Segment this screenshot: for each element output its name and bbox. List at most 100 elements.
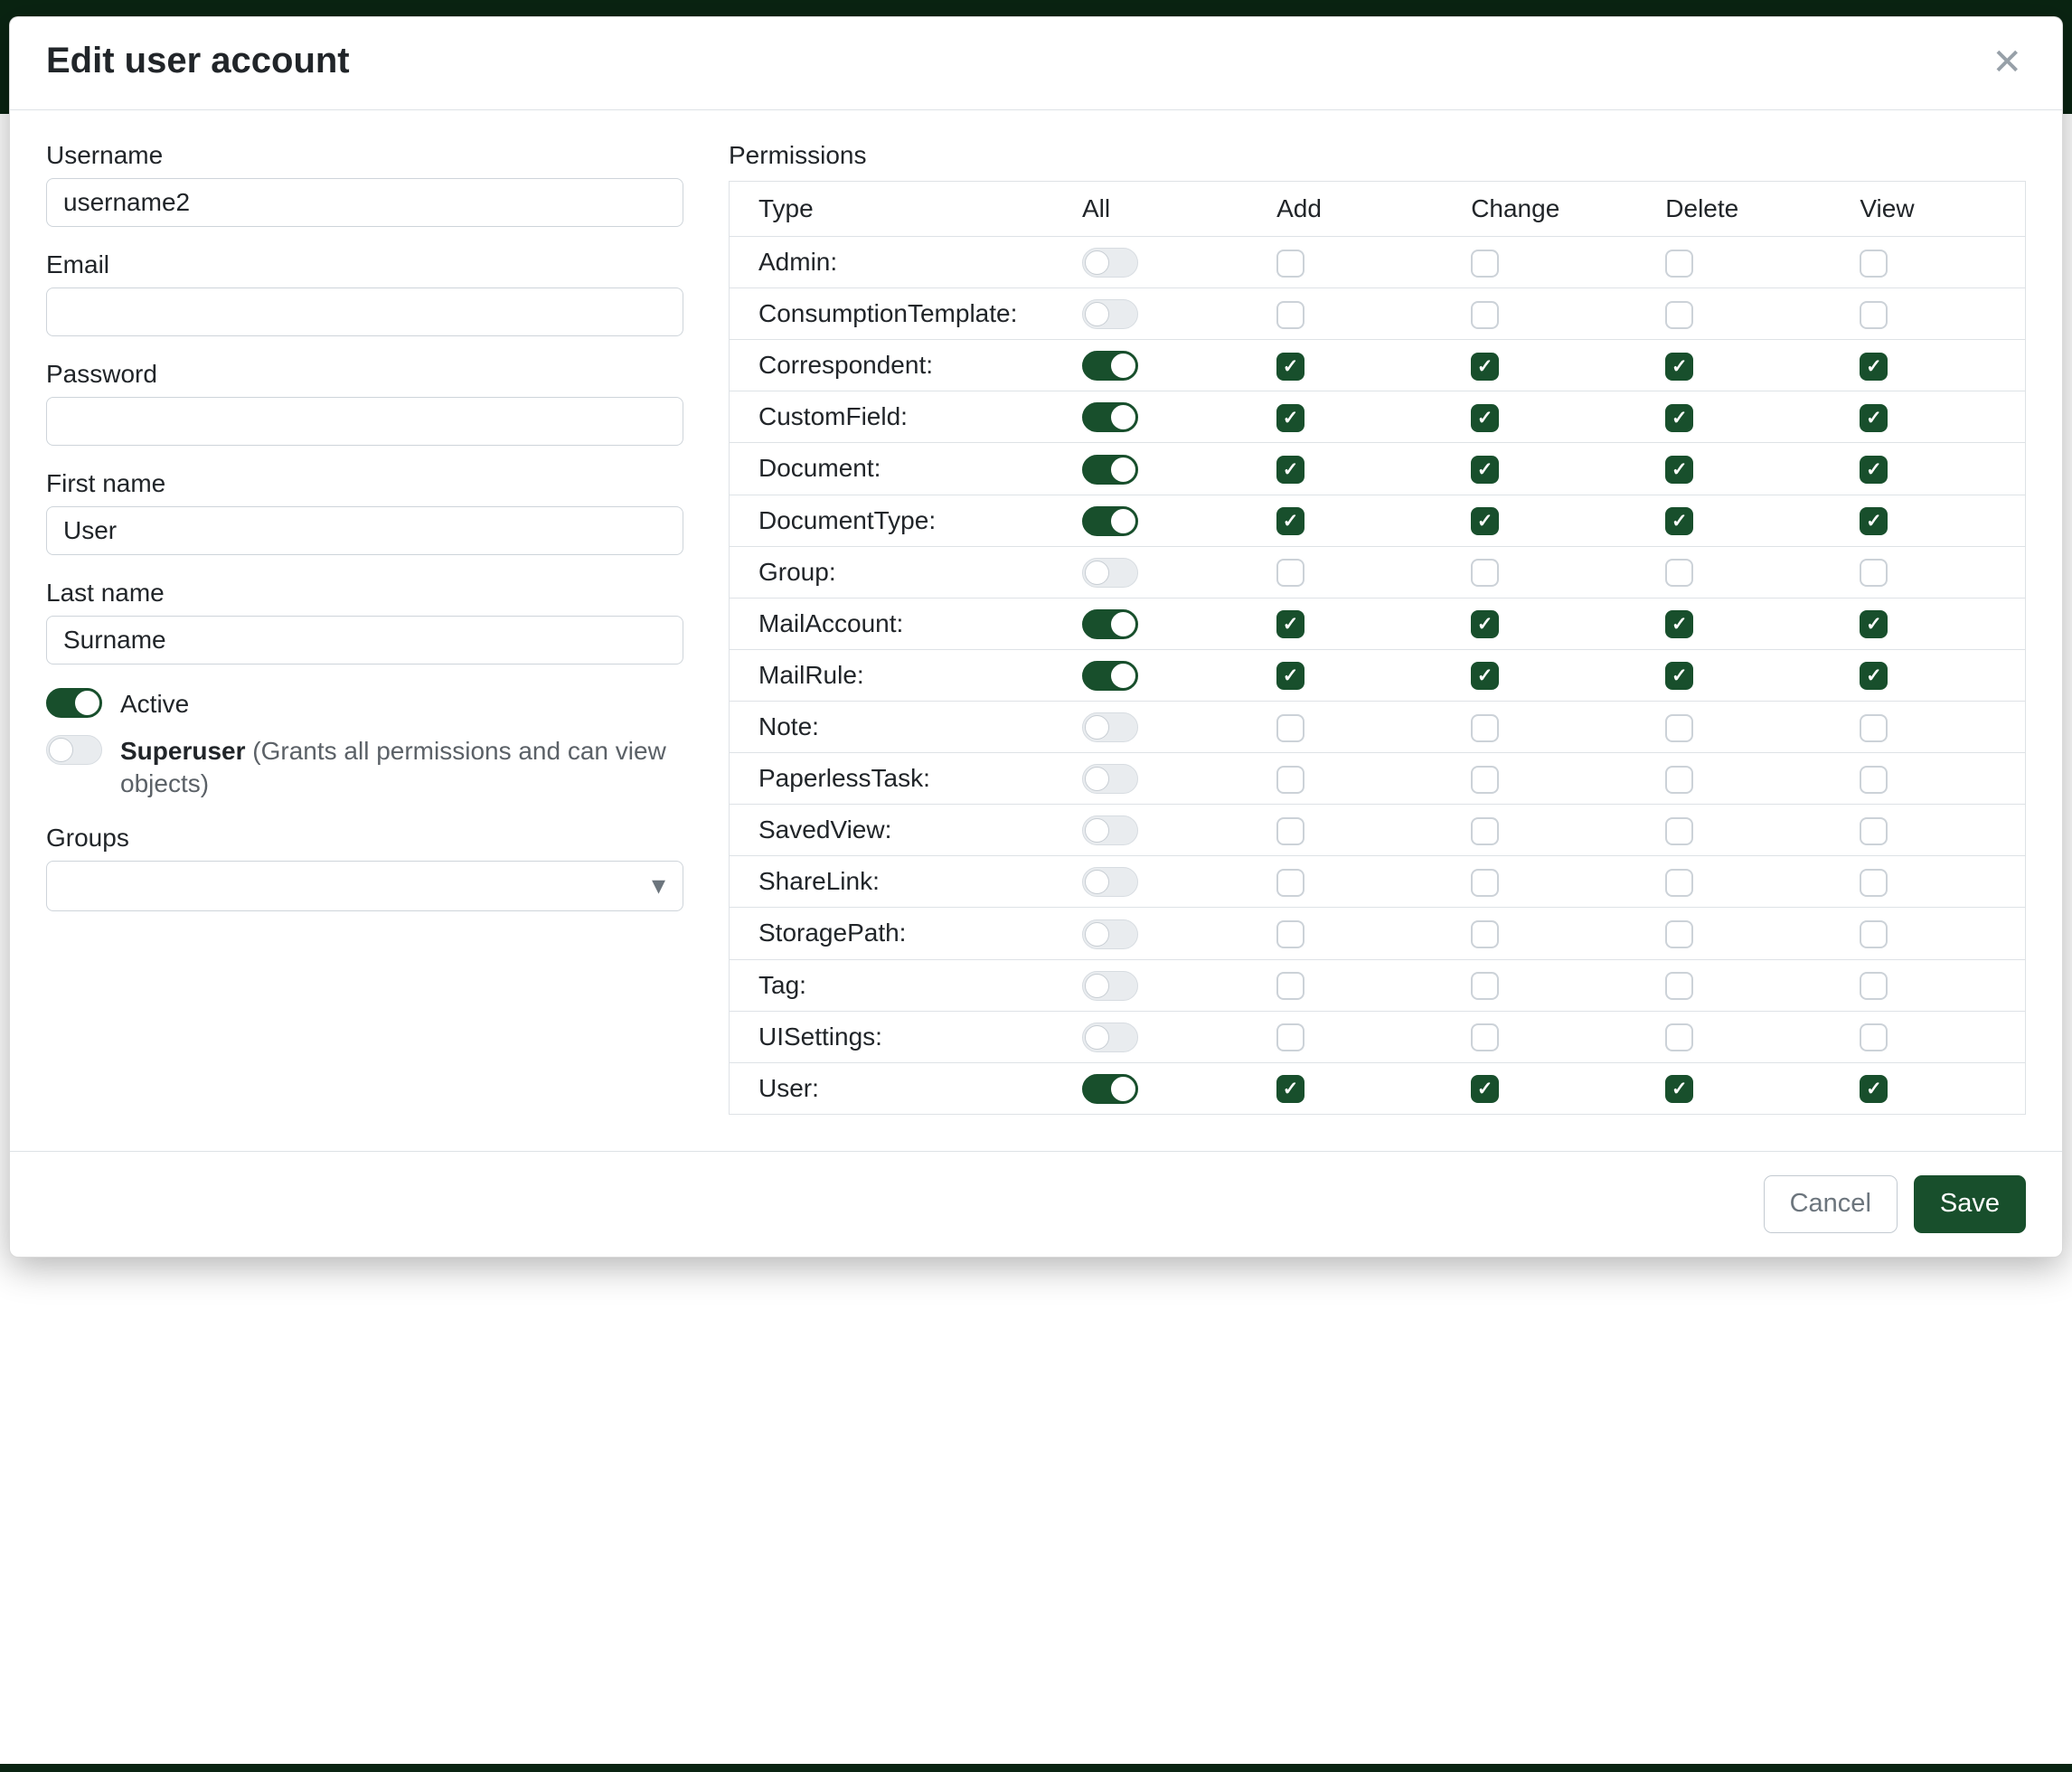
permission-all-toggle[interactable] — [1082, 661, 1138, 691]
permission-delete-checkbox[interactable] — [1665, 869, 1693, 897]
email-field[interactable] — [46, 287, 683, 336]
permission-change-checkbox[interactable] — [1471, 869, 1499, 897]
permission-delete-checkbox[interactable]: ✓ — [1665, 610, 1693, 638]
permission-add-checkbox[interactable] — [1276, 817, 1304, 845]
permission-all-toggle[interactable] — [1082, 971, 1138, 1001]
groups-select[interactable] — [46, 861, 683, 911]
permission-add-checkbox[interactable]: ✓ — [1276, 507, 1304, 535]
permission-delete-checkbox[interactable]: ✓ — [1665, 456, 1693, 484]
permission-view-checkbox[interactable]: ✓ — [1860, 662, 1888, 690]
permission-add-checkbox[interactable] — [1276, 559, 1304, 587]
permission-all-toggle[interactable] — [1082, 402, 1138, 432]
permission-add-checkbox[interactable] — [1276, 920, 1304, 948]
permission-change-checkbox[interactable] — [1471, 766, 1499, 794]
permission-add-checkbox[interactable] — [1276, 869, 1304, 897]
permission-change-checkbox[interactable] — [1471, 1023, 1499, 1051]
first-name-field[interactable] — [46, 506, 683, 555]
permission-view-checkbox[interactable] — [1860, 920, 1888, 948]
permission-view-checkbox[interactable]: ✓ — [1860, 353, 1888, 381]
permission-delete-checkbox[interactable] — [1665, 972, 1693, 1000]
active-toggle[interactable] — [46, 688, 102, 718]
toggle-knob — [1085, 715, 1109, 740]
permission-change-checkbox[interactable]: ✓ — [1471, 610, 1499, 638]
permission-delete-checkbox[interactable]: ✓ — [1665, 353, 1693, 381]
permission-view-checkbox[interactable] — [1860, 250, 1888, 278]
permission-all-toggle[interactable] — [1082, 455, 1138, 485]
permission-change-checkbox[interactable] — [1471, 301, 1499, 329]
permission-view-checkbox[interactable] — [1860, 714, 1888, 742]
permission-add-checkbox[interactable] — [1276, 714, 1304, 742]
permission-all-toggle[interactable] — [1082, 248, 1138, 278]
password-group: Password — [46, 360, 683, 446]
permission-view-checkbox[interactable]: ✓ — [1860, 1075, 1888, 1103]
cancel-button[interactable]: Cancel — [1764, 1175, 1898, 1233]
permission-all-toggle[interactable] — [1082, 609, 1138, 639]
permission-view-checkbox[interactable] — [1860, 301, 1888, 329]
permission-add-checkbox[interactable]: ✓ — [1276, 404, 1304, 432]
permission-delete-checkbox[interactable] — [1665, 559, 1693, 587]
permission-change-checkbox[interactable] — [1471, 714, 1499, 742]
permission-delete-checkbox[interactable] — [1665, 920, 1693, 948]
permission-all-toggle[interactable] — [1082, 712, 1138, 742]
permission-all-toggle[interactable] — [1082, 506, 1138, 536]
permission-all-toggle[interactable] — [1082, 815, 1138, 845]
permission-add-checkbox[interactable] — [1276, 1023, 1304, 1051]
permission-all-toggle[interactable] — [1082, 1074, 1138, 1104]
permission-change-checkbox[interactable] — [1471, 817, 1499, 845]
permission-all-toggle[interactable] — [1082, 919, 1138, 949]
permission-add-checkbox[interactable] — [1276, 972, 1304, 1000]
permission-view-checkbox[interactable] — [1860, 817, 1888, 845]
permission-all-toggle[interactable] — [1082, 558, 1138, 588]
permission-add-checkbox[interactable] — [1276, 250, 1304, 278]
permission-view-checkbox[interactable] — [1860, 559, 1888, 587]
permission-delete-checkbox[interactable] — [1665, 714, 1693, 742]
save-button[interactable]: Save — [1914, 1175, 2026, 1233]
permission-delete-checkbox[interactable] — [1665, 817, 1693, 845]
permission-change-checkbox[interactable]: ✓ — [1471, 1075, 1499, 1103]
permission-change-checkbox[interactable] — [1471, 559, 1499, 587]
permission-view-checkbox[interactable] — [1860, 869, 1888, 897]
permission-view-checkbox[interactable] — [1860, 972, 1888, 1000]
permission-add-checkbox[interactable]: ✓ — [1276, 1075, 1304, 1103]
permission-view-checkbox[interactable] — [1860, 766, 1888, 794]
permission-all-toggle[interactable] — [1082, 1023, 1138, 1052]
permission-change-checkbox[interactable] — [1471, 250, 1499, 278]
permission-change-checkbox[interactable] — [1471, 972, 1499, 1000]
permission-add-checkbox[interactable]: ✓ — [1276, 662, 1304, 690]
permission-view-checkbox[interactable]: ✓ — [1860, 610, 1888, 638]
password-field[interactable] — [46, 397, 683, 446]
permission-change-checkbox[interactable] — [1471, 920, 1499, 948]
permission-change-checkbox[interactable]: ✓ — [1471, 404, 1499, 432]
permission-delete-checkbox[interactable]: ✓ — [1665, 662, 1693, 690]
last-name-field[interactable] — [46, 616, 683, 664]
permission-delete-checkbox[interactable] — [1665, 301, 1693, 329]
permission-change-checkbox[interactable]: ✓ — [1471, 456, 1499, 484]
permission-delete-checkbox[interactable] — [1665, 250, 1693, 278]
permission-all-toggle[interactable] — [1082, 764, 1138, 794]
permission-change-checkbox[interactable]: ✓ — [1471, 507, 1499, 535]
permission-change-checkbox[interactable]: ✓ — [1471, 353, 1499, 381]
permission-all-toggle[interactable] — [1082, 299, 1138, 329]
username-input[interactable] — [46, 178, 683, 227]
permission-add-checkbox[interactable] — [1276, 766, 1304, 794]
permission-view-checkbox[interactable]: ✓ — [1860, 507, 1888, 535]
permission-view-checkbox[interactable] — [1860, 1023, 1888, 1051]
permission-delete-checkbox[interactable]: ✓ — [1665, 404, 1693, 432]
permission-row: MailAccount:✓✓✓✓ — [730, 598, 2026, 649]
close-icon[interactable]: ✕ — [1988, 39, 2026, 86]
permission-view-checkbox[interactable]: ✓ — [1860, 404, 1888, 432]
permission-add-checkbox[interactable]: ✓ — [1276, 456, 1304, 484]
permission-delete-checkbox[interactable] — [1665, 766, 1693, 794]
permission-type-label: PaperlessTask: — [730, 753, 1054, 805]
permission-add-checkbox[interactable] — [1276, 301, 1304, 329]
permission-change-checkbox[interactable]: ✓ — [1471, 662, 1499, 690]
permission-delete-checkbox[interactable] — [1665, 1023, 1693, 1051]
permission-all-toggle[interactable] — [1082, 867, 1138, 897]
superuser-toggle[interactable] — [46, 735, 102, 765]
permission-view-checkbox[interactable]: ✓ — [1860, 456, 1888, 484]
permission-add-checkbox[interactable]: ✓ — [1276, 353, 1304, 381]
permission-delete-checkbox[interactable]: ✓ — [1665, 507, 1693, 535]
permission-all-toggle[interactable] — [1082, 351, 1138, 381]
permission-add-checkbox[interactable]: ✓ — [1276, 610, 1304, 638]
permission-delete-checkbox[interactable]: ✓ — [1665, 1075, 1693, 1103]
